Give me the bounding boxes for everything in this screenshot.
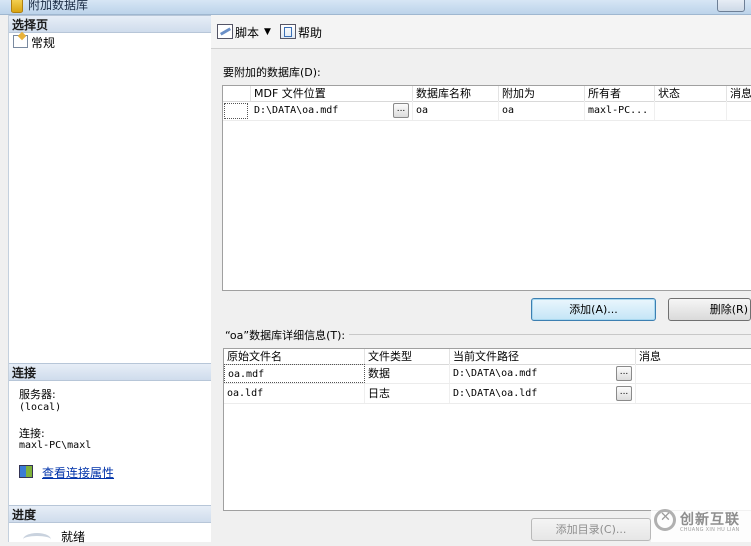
window-title-bar: 附加数据库 (0, 0, 751, 15)
script-button[interactable]: 脚本 (217, 24, 259, 40)
databases-grid-header: MDF 文件位置 数据库名称 附加为 所有者 状态 消息 (223, 86, 751, 102)
browse-file-path-button[interactable]: ... (616, 386, 632, 401)
progress-status-row: 就绪 (9, 527, 211, 544)
view-connection-properties-text[interactable]: 查看连接属性 (42, 466, 114, 480)
details-grid-header: 原始文件名 文件类型 当前文件路径 消息 (224, 349, 751, 365)
column-header-current-file-path[interactable]: 当前文件路径 (450, 349, 636, 364)
add-catalog-button[interactable]: 添加目录(C)... (531, 518, 651, 541)
database-name-cell[interactable]: oa (413, 101, 499, 120)
column-header-database-name[interactable]: 数据库名称 (413, 86, 499, 101)
database-details-label: “oa”数据库详细信息(T): (225, 327, 350, 343)
progress-status: 就绪 (61, 530, 86, 544)
watermark: 创新互联 CHUANG XIN HU LIAN (651, 497, 751, 542)
connection-label: 连接: (19, 427, 45, 440)
server-label: 服务器: (19, 388, 56, 401)
progress-spinner-icon (23, 533, 51, 546)
server-value: (local) (19, 402, 62, 413)
database-details-grid[interactable]: 原始文件名 文件类型 当前文件路径 消息 oa.mdf 数据 D:\DATA\o… (223, 348, 751, 511)
page-item-label: 常规 (31, 36, 56, 50)
window-title: 附加数据库 (28, 0, 89, 12)
attach-as-cell[interactable]: oa (499, 101, 585, 120)
right-pane: 脚本 ▼ 帮助 要附加的数据库(D): MDF 文件位置 数据库名称 附加为 所… (211, 15, 751, 542)
column-header-owner[interactable]: 所有者 (585, 86, 655, 101)
table-row[interactable]: oa.ldf 日志 D:\DATA\oa.ldf ... (224, 384, 751, 404)
databases-grid[interactable]: MDF 文件位置 数据库名称 附加为 所有者 状态 消息 D:\DATA\oa.… (222, 85, 751, 291)
progress-header: 进度 (9, 505, 211, 523)
column-header-file-type[interactable]: 文件类型 (365, 349, 450, 364)
column-header-status[interactable]: 状态 (655, 86, 727, 101)
browse-mdf-button[interactable]: ... (393, 103, 409, 118)
pages-header: 选择页 (9, 15, 211, 33)
script-icon (217, 24, 233, 39)
database-icon (11, 0, 23, 13)
general-page-icon (13, 35, 28, 48)
column-header-attach-as[interactable]: 附加为 (499, 86, 585, 101)
row-selector[interactable] (224, 103, 248, 119)
column-header-details-message[interactable]: 消息 (636, 349, 751, 364)
help-label: 帮助 (298, 26, 323, 40)
watermark-text: 创新互联 (680, 512, 740, 528)
file-type-cell[interactable]: 日志 (365, 384, 450, 403)
connection-properties-icon (19, 465, 33, 478)
owner-cell[interactable]: maxl-PC... (585, 101, 655, 120)
details-separator (341, 334, 751, 335)
column-header-mdf-location[interactable]: MDF 文件位置 (251, 86, 413, 101)
current-file-path-cell[interactable]: D:\DATA\oa.ldf (450, 384, 636, 403)
details-message-cell (636, 384, 751, 403)
browse-file-path-button[interactable]: ... (616, 366, 632, 381)
connection-header: 连接 (9, 363, 211, 381)
watermark-subtext: CHUANG XIN HU LIAN (680, 527, 740, 533)
page-item-general[interactable]: 常规 (13, 35, 55, 51)
remove-database-button[interactable]: 删除(R) (668, 298, 751, 321)
add-database-button[interactable]: 添加(A)... (531, 298, 656, 321)
help-icon (280, 24, 296, 39)
original-file-name-cell[interactable]: oa.mdf (224, 364, 365, 383)
window-control-button[interactable] (717, 0, 745, 12)
table-row[interactable]: oa.mdf 数据 D:\DATA\oa.mdf ... (224, 364, 751, 384)
column-header-message[interactable]: 消息 (727, 86, 751, 101)
toolbar: 脚本 ▼ 帮助 (211, 15, 751, 49)
databases-to-attach-label: 要附加的数据库(D): (223, 66, 321, 79)
table-row[interactable]: D:\DATA\oa.mdf ... oa oa maxl-PC... (223, 101, 751, 121)
left-pane: 选择页 常规 连接 服务器: (local) 连接: maxl-PC\maxl … (8, 15, 212, 544)
message-cell (727, 101, 751, 120)
current-file-path-cell[interactable]: D:\DATA\oa.mdf (450, 364, 636, 383)
view-connection-properties-link[interactable]: 查看连接属性 (19, 465, 114, 480)
file-type-cell[interactable]: 数据 (365, 364, 450, 383)
details-message-cell (636, 364, 751, 383)
connection-value: maxl-PC\maxl (19, 440, 92, 451)
mdf-location-cell[interactable]: D:\DATA\oa.mdf (251, 101, 413, 120)
help-button[interactable]: 帮助 (280, 24, 322, 40)
grid-header-selector (223, 86, 251, 101)
brand-logo-icon (654, 509, 676, 531)
script-label: 脚本 (235, 26, 260, 40)
column-header-original-file-name[interactable]: 原始文件名 (224, 349, 365, 364)
original-file-name-cell[interactable]: oa.ldf (224, 384, 365, 403)
status-cell (655, 101, 727, 120)
script-dropdown-arrow-icon[interactable]: ▼ (264, 24, 271, 40)
